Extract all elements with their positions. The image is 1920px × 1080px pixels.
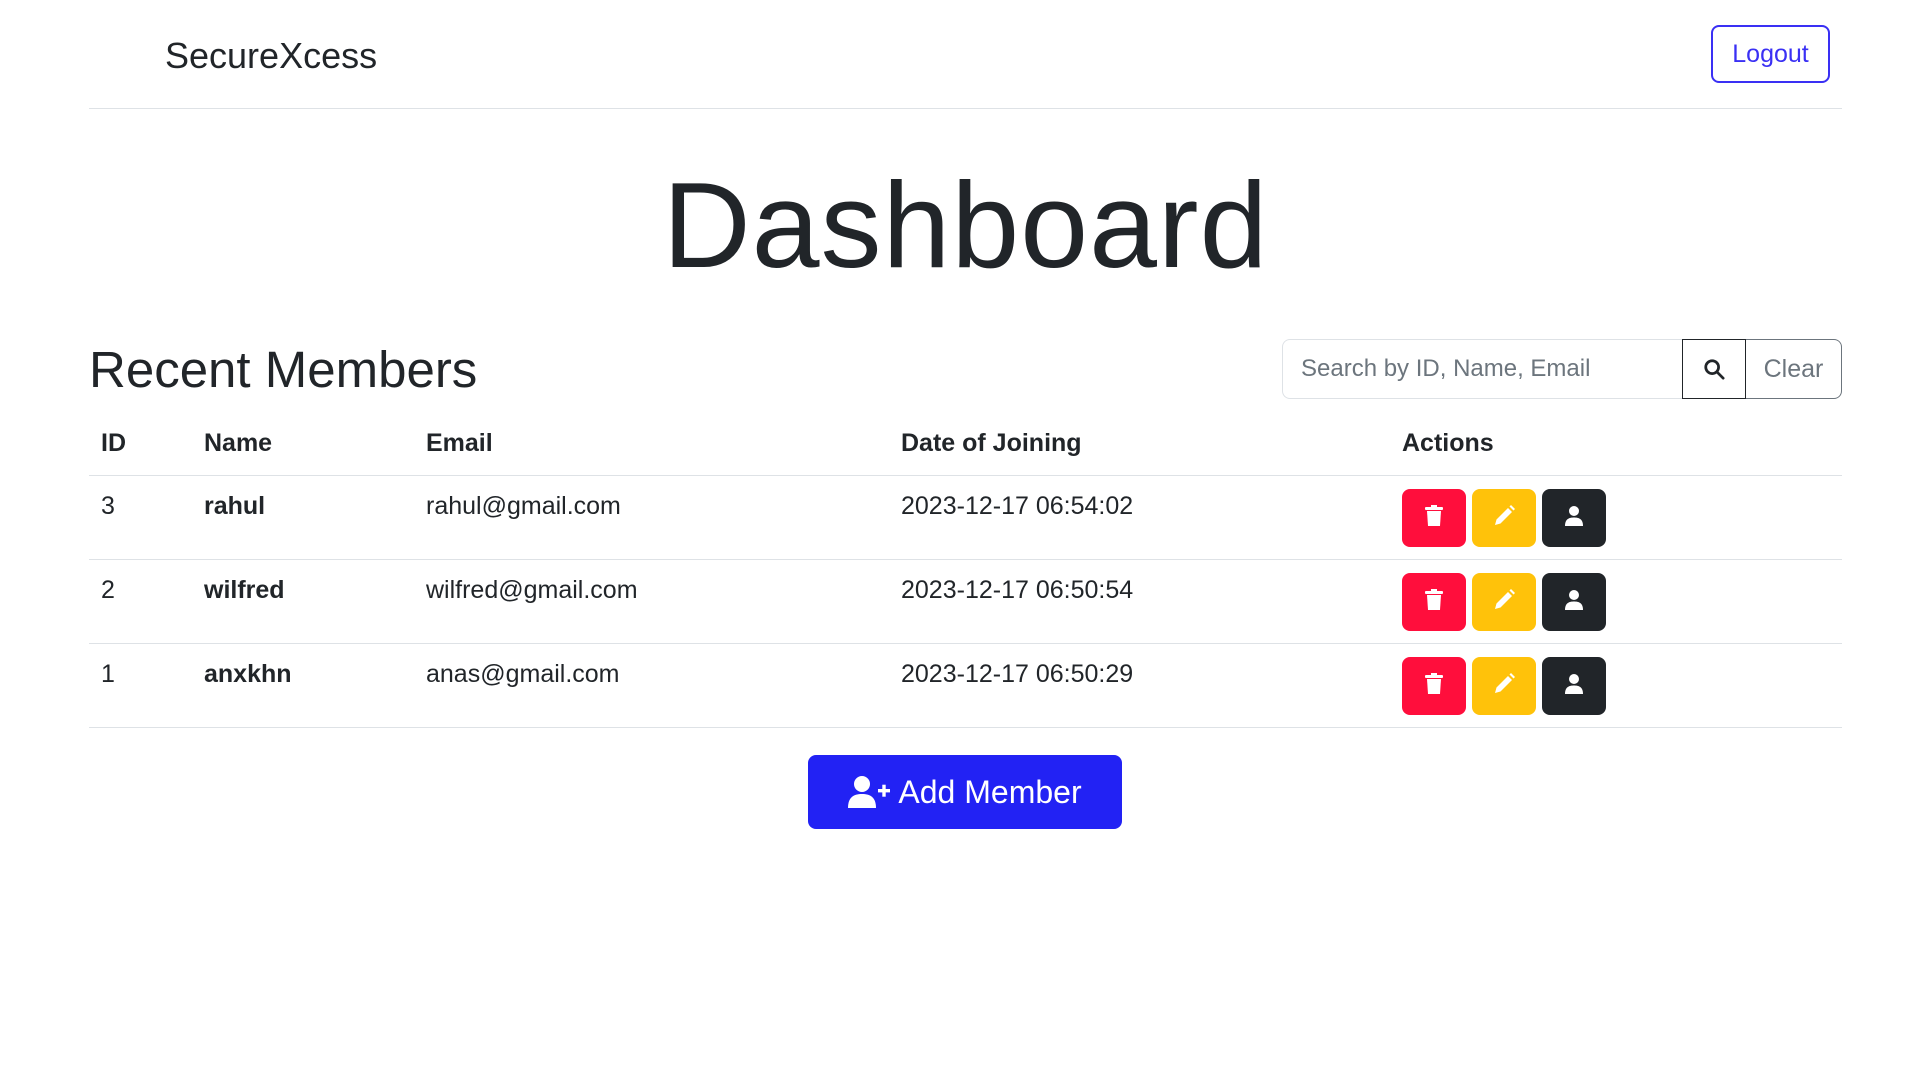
view-profile-button[interactable]	[1542, 572, 1606, 631]
trash-icon	[1424, 505, 1444, 530]
cell-email: wilfred@gmail.com	[414, 559, 889, 644]
navbar: SecureXcess Logout	[89, 0, 1842, 109]
table-row: 3 rahul rahul@gmail.com 2023-12-17 06:54…	[89, 475, 1842, 560]
cell-date: 2023-12-17 06:50:29	[889, 643, 1390, 728]
cell-name: rahul	[192, 475, 414, 560]
header-date: Date of Joining	[889, 412, 1390, 476]
edit-button[interactable]	[1472, 572, 1536, 631]
clear-button[interactable]: Clear	[1746, 339, 1842, 399]
header-id: ID	[89, 412, 192, 476]
search-button[interactable]	[1682, 339, 1746, 399]
table-row: 1 anxkhn anas@gmail.com 2023-12-17 06:50…	[89, 643, 1842, 728]
cell-name: wilfred	[192, 559, 414, 644]
search-input[interactable]	[1282, 339, 1682, 399]
logout-button[interactable]: Logout	[1711, 25, 1830, 83]
action-group	[1402, 572, 1830, 631]
search-group: Clear	[1282, 339, 1842, 399]
section-title: Recent Members	[89, 341, 478, 398]
add-member-label: Add Member	[898, 773, 1082, 810]
cell-email: rahul@gmail.com	[414, 475, 889, 560]
header-actions: Actions	[1390, 412, 1842, 476]
cell-id: 2	[89, 559, 192, 644]
cell-actions	[1390, 559, 1842, 644]
pencil-icon	[1492, 504, 1516, 531]
delete-button[interactable]	[1402, 572, 1466, 631]
trash-icon	[1424, 589, 1444, 614]
view-profile-button[interactable]	[1542, 656, 1606, 715]
members-table: ID Name Email Date of Joining Actions 3 …	[89, 412, 1842, 728]
view-profile-button[interactable]	[1542, 488, 1606, 547]
page-title: Dashboard	[662, 157, 1269, 293]
user-icon	[1564, 673, 1584, 698]
table-header-row: ID Name Email Date of Joining Actions	[89, 412, 1842, 476]
table-row: 2 wilfred wilfred@gmail.com 2023-12-17 0…	[89, 559, 1842, 644]
cell-date: 2023-12-17 06:50:54	[889, 559, 1390, 644]
pencil-icon	[1492, 672, 1516, 699]
search-icon	[1704, 359, 1725, 380]
user-plus-icon	[848, 776, 891, 808]
page-container: SecureXcess Logout Dashboard Recent Memb…	[89, 0, 1842, 1080]
pencil-icon	[1492, 588, 1516, 615]
trash-icon	[1424, 673, 1444, 698]
brand-name[interactable]: SecureXcess	[165, 32, 377, 80]
user-icon	[1564, 589, 1584, 614]
delete-button[interactable]	[1402, 488, 1466, 547]
delete-button[interactable]	[1402, 656, 1466, 715]
cell-actions	[1390, 475, 1842, 560]
cell-actions	[1390, 643, 1842, 728]
header-email: Email	[414, 412, 889, 476]
add-member-button[interactable]: Add Member	[808, 755, 1122, 829]
action-group	[1402, 488, 1830, 547]
cell-date: 2023-12-17 06:54:02	[889, 475, 1390, 560]
table-body: 3 rahul rahul@gmail.com 2023-12-17 06:54…	[89, 475, 1842, 728]
cell-id: 3	[89, 475, 192, 560]
cell-name: anxkhn	[192, 643, 414, 728]
header-name: Name	[192, 412, 414, 476]
cell-id: 1	[89, 643, 192, 728]
edit-button[interactable]	[1472, 488, 1536, 547]
action-group	[1402, 656, 1830, 715]
edit-button[interactable]	[1472, 656, 1536, 715]
user-icon	[1564, 505, 1584, 530]
cell-email: anas@gmail.com	[414, 643, 889, 728]
